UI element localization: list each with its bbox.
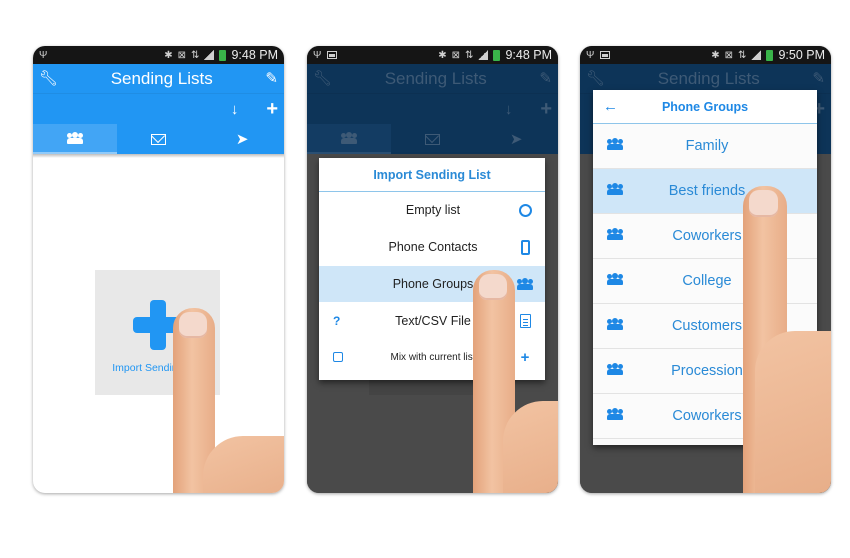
status-bar: Ψ ✱ ⊠ ⇅ 9:50 PM: [580, 46, 831, 64]
download-icon[interactable]: ↓: [231, 102, 239, 117]
option-phone-contacts[interactable]: Phone Contacts: [319, 229, 545, 266]
option-empty-list[interactable]: Empty list: [319, 192, 545, 229]
status-time: 9:50 PM: [778, 48, 825, 62]
phone-screen-import-dialog: Ψ ✱ ⊠ ⇅ 9:48 PM 🔧︎ Sending Lists ✎ ↓ + ➤…: [307, 46, 558, 493]
status-time: 9:48 PM: [231, 48, 278, 62]
people-icon: [607, 228, 623, 240]
tab-messages: [391, 124, 475, 154]
usb-icon: Ψ: [313, 49, 322, 61]
add-icon: +: [540, 98, 552, 120]
tab-lists[interactable]: [33, 124, 117, 154]
app-title: Sending Lists: [384, 68, 487, 88]
group-item-college[interactable]: College: [593, 259, 817, 304]
people-icon: [517, 277, 533, 290]
tab-send: ➤: [474, 124, 558, 154]
send-icon: ➤: [509, 130, 523, 148]
app-bar: 🔧︎ Sending Lists ✎ ↓ + ➤: [33, 64, 284, 154]
import-sending-list-button[interactable]: Import Sending List: [95, 270, 220, 395]
wrench-icon[interactable]: 🔧︎: [39, 71, 58, 86]
battery-icon: [219, 49, 227, 61]
image-icon: [600, 51, 611, 59]
circle-icon: [518, 203, 532, 217]
people-icon: [607, 318, 623, 330]
data-icon: ⇅: [738, 49, 747, 61]
dialog-title: Phone Groups: [661, 99, 749, 114]
status-bar: Ψ ✱ ⊠ ⇅ 9:48 PM: [307, 46, 558, 64]
group-item-customers[interactable]: Customers: [593, 304, 817, 349]
bluetooth-icon: ✱: [164, 49, 173, 61]
envelope-icon: [425, 133, 440, 145]
people-icon: [66, 132, 83, 144]
add-icon[interactable]: +: [266, 99, 278, 119]
people-icon: [607, 408, 623, 420]
app-title: Sending Lists: [657, 68, 760, 88]
app-title: Sending Lists: [110, 68, 213, 88]
mute-icon: ⊠: [451, 49, 461, 61]
send-icon: ➤: [235, 130, 249, 148]
people-icon: [607, 138, 623, 150]
wrench-icon: 🔧︎: [586, 70, 606, 87]
tab-lists: [307, 124, 391, 154]
status-time: 9:48 PM: [505, 48, 552, 62]
brush-icon[interactable]: ✎: [265, 71, 278, 86]
add-icon: [132, 300, 183, 350]
envelope-icon: [151, 133, 166, 145]
tab-send[interactable]: ➤: [200, 124, 284, 154]
mix-checkbox[interactable]: [333, 351, 343, 362]
bluetooth-icon: ✱: [711, 49, 720, 61]
option-mix-with-current-list[interactable]: Mix with current list +: [319, 339, 545, 376]
people-icon: [607, 273, 623, 285]
brush-icon: ✎: [812, 70, 825, 87]
phone-icon: [520, 239, 530, 255]
mute-icon: ⊠: [177, 49, 187, 61]
bluetooth-icon: ✱: [438, 49, 447, 61]
signal-icon: [204, 50, 215, 60]
import-dialog: Import Sending List Empty list Phone Con…: [319, 158, 545, 380]
option-phone-groups[interactable]: Phone Groups: [319, 265, 545, 303]
download-icon: ↓: [504, 100, 513, 118]
group-item-family[interactable]: Family: [593, 124, 817, 169]
phone-screen-phone-groups: Ψ ✱ ⊠ ⇅ 9:50 PM 🔧︎ Sending Lists ✎ ↓ + ←…: [580, 46, 831, 493]
data-icon: ⇅: [191, 49, 200, 61]
battery-icon: [766, 49, 774, 61]
back-arrow-icon[interactable]: ←: [603, 98, 623, 115]
data-icon: ⇅: [465, 49, 474, 61]
help-icon[interactable]: ?: [333, 314, 351, 328]
usb-icon: Ψ: [586, 49, 595, 61]
group-item-coworkers-2[interactable]: Coworkers: [593, 394, 817, 439]
group-item-best-friends[interactable]: Best friends: [593, 169, 817, 214]
document-icon: [519, 313, 531, 328]
app-bar: 🔧︎ Sending Lists ✎ ↓ + ➤: [307, 64, 558, 154]
plus-icon: +: [520, 349, 530, 367]
signal-icon: [751, 50, 762, 60]
battery-icon: [493, 49, 501, 61]
group-item-procession[interactable]: Procession: [593, 349, 817, 394]
option-text-csv-file[interactable]: ? Text/CSV File: [319, 302, 545, 339]
people-icon: [340, 132, 357, 144]
usb-icon: Ψ: [39, 49, 48, 61]
phone-screen-sending-lists: Ψ ✱ ⊠ ⇅ 9:48 PM 🔧︎ Sending Lists ✎ ↓ + ➤…: [33, 46, 284, 493]
mute-icon: ⊠: [724, 49, 734, 61]
tab-messages[interactable]: [117, 124, 201, 154]
image-icon: [327, 51, 338, 59]
group-item-coworkers[interactable]: Coworkers: [593, 214, 817, 259]
people-icon: [607, 363, 623, 375]
dialog-title: Import Sending List: [319, 158, 545, 192]
signal-icon: [478, 50, 489, 60]
status-bar: Ψ ✱ ⊠ ⇅ 9:48 PM: [33, 46, 284, 64]
import-label: Import Sending List: [112, 362, 203, 374]
brush-icon: ✎: [539, 70, 552, 87]
people-icon: [607, 183, 623, 195]
wrench-icon: 🔧︎: [313, 70, 333, 87]
phone-groups-dialog: ← Phone Groups Family Best friends Cowor…: [593, 90, 817, 445]
